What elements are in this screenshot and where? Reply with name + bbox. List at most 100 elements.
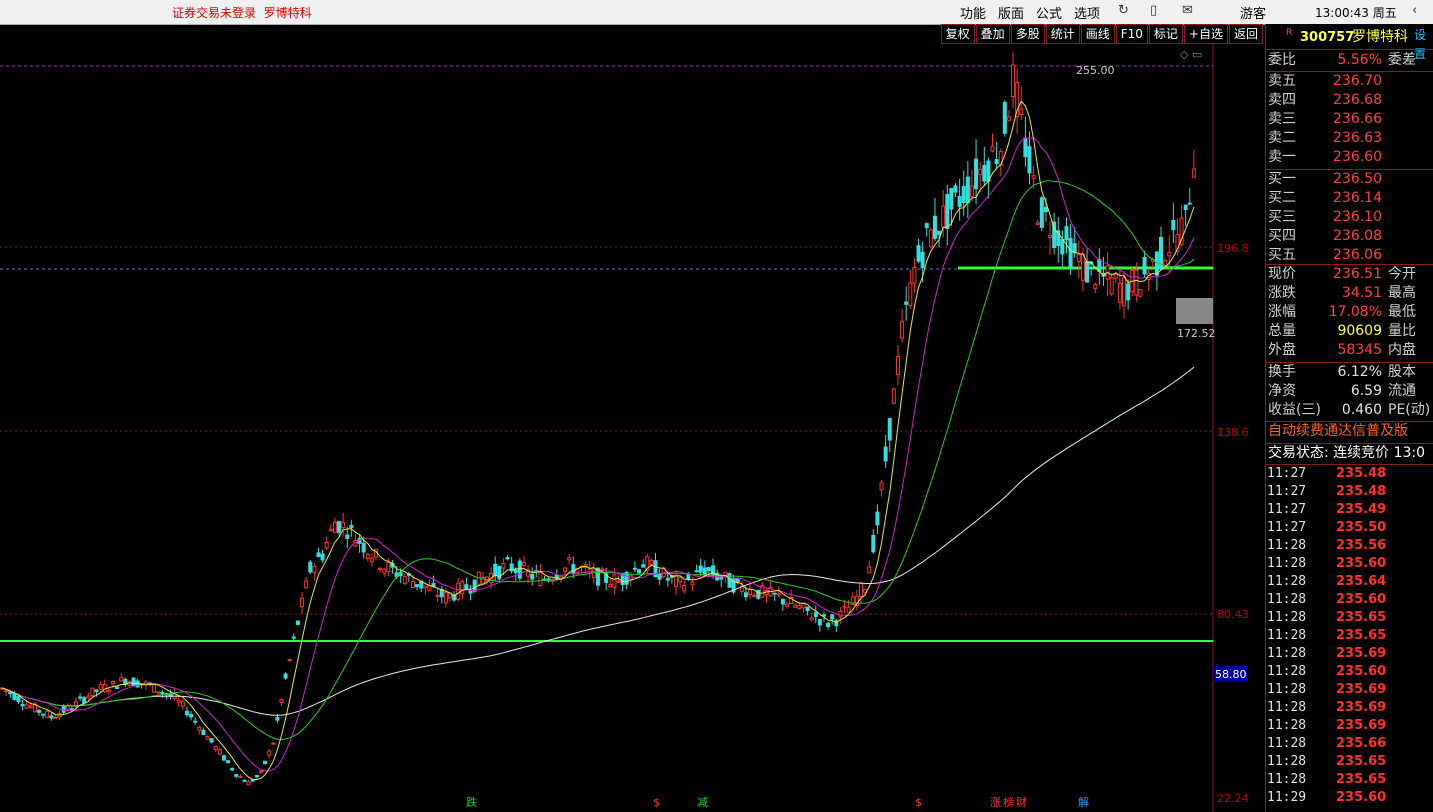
y-tick: 196.8 bbox=[1217, 242, 1249, 255]
candle-body bbox=[785, 603, 790, 607]
btn-multi[interactable]: 多股 bbox=[1010, 24, 1045, 44]
stat2-row: 收益(三) 0.460 PE(动) bbox=[1268, 401, 1433, 420]
candle-body bbox=[1060, 239, 1065, 255]
candle-body bbox=[308, 561, 313, 573]
candle-body bbox=[879, 482, 884, 491]
ma-mid-line bbox=[1, 180, 1195, 741]
candle-body bbox=[1043, 207, 1048, 213]
btn-add-watch[interactable]: +自选 bbox=[1183, 24, 1228, 44]
high-price-label: 255.00 bbox=[1076, 64, 1115, 77]
candle-body bbox=[563, 567, 568, 572]
bid-row: 买一 236.50 bbox=[1268, 170, 1433, 189]
candle-body bbox=[189, 714, 194, 718]
candle-body bbox=[538, 572, 543, 587]
stat-row-value: 17.08% bbox=[1328, 304, 1382, 320]
candle-body bbox=[982, 165, 987, 182]
tick-price: 235.66 bbox=[1336, 736, 1387, 751]
candle-body bbox=[230, 767, 235, 771]
bid-row-label: 买二 bbox=[1268, 190, 1296, 206]
menu-formula[interactable]: 公式 bbox=[1036, 3, 1062, 22]
candle-body bbox=[904, 301, 909, 305]
candle-body bbox=[706, 567, 711, 572]
event-markers: 跌 $ 减 $ 涨 榜 财 解 bbox=[466, 795, 1089, 809]
menu-layout[interactable]: 版面 bbox=[998, 3, 1024, 22]
tick-time: 11:27 bbox=[1267, 502, 1307, 517]
stat-row-right: 内盘 bbox=[1388, 342, 1416, 358]
candle-body bbox=[649, 559, 654, 565]
stat-row-label: 外盘 bbox=[1268, 342, 1296, 358]
tick-price: 235.60 bbox=[1336, 790, 1387, 805]
candle-body bbox=[472, 579, 477, 592]
menu-options[interactable]: 选项 bbox=[1074, 3, 1100, 22]
stat2-row-value: 0.460 bbox=[1341, 402, 1382, 418]
kline-chart[interactable]: 255.00 172.52 58.80 ◇ ▭ 跌 $ 减 $ 涨 榜 财 解 bbox=[0, 44, 1264, 812]
event-marker[interactable]: 涨 bbox=[990, 796, 1001, 809]
event-marker[interactable]: $ bbox=[915, 796, 922, 809]
candle-body bbox=[279, 698, 284, 703]
candle-body bbox=[953, 185, 958, 193]
btn-draw[interactable]: 画线 bbox=[1080, 24, 1115, 44]
event-marker[interactable]: 榜 bbox=[1003, 795, 1014, 809]
btn-back[interactable]: 返回 bbox=[1228, 24, 1263, 44]
promo-banner[interactable]: 自动续费通达信普及版 bbox=[1268, 422, 1433, 441]
candle-body bbox=[1142, 257, 1147, 275]
candle-body bbox=[698, 565, 703, 573]
y-tick: 22.24 bbox=[1217, 792, 1249, 805]
candle-body bbox=[468, 590, 473, 594]
back-arrow-icon[interactable]: ‹ bbox=[1412, 3, 1417, 18]
candle-body bbox=[571, 564, 576, 574]
stat2-row: 换手 6.12% 股本 bbox=[1268, 363, 1433, 382]
candle-body bbox=[793, 604, 798, 608]
candle-body bbox=[283, 673, 288, 679]
candle-body bbox=[809, 617, 814, 621]
candle-body bbox=[415, 584, 420, 588]
bid-row-label: 买四 bbox=[1268, 228, 1296, 244]
ask-row-label: 卖二 bbox=[1268, 130, 1296, 146]
btn-fuquan[interactable]: 复权 bbox=[940, 24, 975, 44]
btn-overlay[interactable]: 叠加 bbox=[975, 24, 1010, 44]
event-marker[interactable]: 跌 bbox=[466, 795, 477, 809]
bid-row-label: 买一 bbox=[1268, 171, 1296, 187]
login-warning[interactable]: 证券交易未登录 罗博特科 bbox=[172, 4, 312, 21]
candle-body bbox=[1064, 226, 1069, 241]
candle-body bbox=[201, 729, 206, 735]
phone-icon[interactable]: ▯ bbox=[1150, 3, 1157, 18]
weibi-value: 5.56% bbox=[1337, 52, 1382, 68]
candle-body bbox=[1002, 102, 1007, 134]
stat-row-right: 最低 bbox=[1388, 304, 1416, 320]
candle-body bbox=[690, 581, 695, 586]
candle-body bbox=[883, 446, 888, 462]
candle-body bbox=[221, 755, 226, 761]
tick-price: 235.65 bbox=[1336, 628, 1387, 643]
candle-body bbox=[1097, 258, 1102, 272]
candle-body bbox=[805, 606, 810, 612]
ask-row-value: 236.68 bbox=[1333, 92, 1382, 108]
candle-body bbox=[641, 564, 646, 568]
tick-price: 235.48 bbox=[1336, 466, 1387, 481]
btn-f10[interactable]: F10 bbox=[1115, 24, 1148, 44]
refresh-icon[interactable]: ↻ bbox=[1118, 3, 1129, 18]
y-tick: 138.6 bbox=[1217, 426, 1249, 439]
candle-body bbox=[830, 614, 835, 620]
candle-body bbox=[287, 659, 292, 662]
candle-body bbox=[1159, 236, 1164, 268]
stock-name: 罗博特科 bbox=[1352, 29, 1408, 45]
menu-function[interactable]: 功能 bbox=[960, 3, 986, 22]
stat2-row-right: 流通 bbox=[1388, 383, 1416, 399]
diamond-icon[interactable]: ◇ ▭ bbox=[1180, 48, 1202, 61]
btn-stats[interactable]: 统计 bbox=[1045, 24, 1080, 44]
mail-icon[interactable]: ✉ bbox=[1182, 3, 1193, 18]
candle-body bbox=[295, 620, 300, 625]
candle-body bbox=[115, 686, 120, 690]
event-marker[interactable]: $ bbox=[653, 796, 660, 809]
guest-label[interactable]: 游客 bbox=[1240, 3, 1266, 22]
event-marker[interactable]: 解 bbox=[1078, 795, 1089, 809]
ask-row-label: 卖四 bbox=[1268, 92, 1296, 108]
tick-time: 11:28 bbox=[1267, 538, 1307, 553]
stat-row-label: 现价 bbox=[1268, 266, 1296, 282]
candle-body bbox=[131, 677, 136, 686]
event-marker[interactable]: 减 bbox=[697, 796, 708, 809]
event-marker[interactable]: 财 bbox=[1016, 795, 1027, 809]
btn-mark[interactable]: 标记 bbox=[1148, 24, 1183, 44]
candle-body bbox=[1068, 238, 1073, 268]
